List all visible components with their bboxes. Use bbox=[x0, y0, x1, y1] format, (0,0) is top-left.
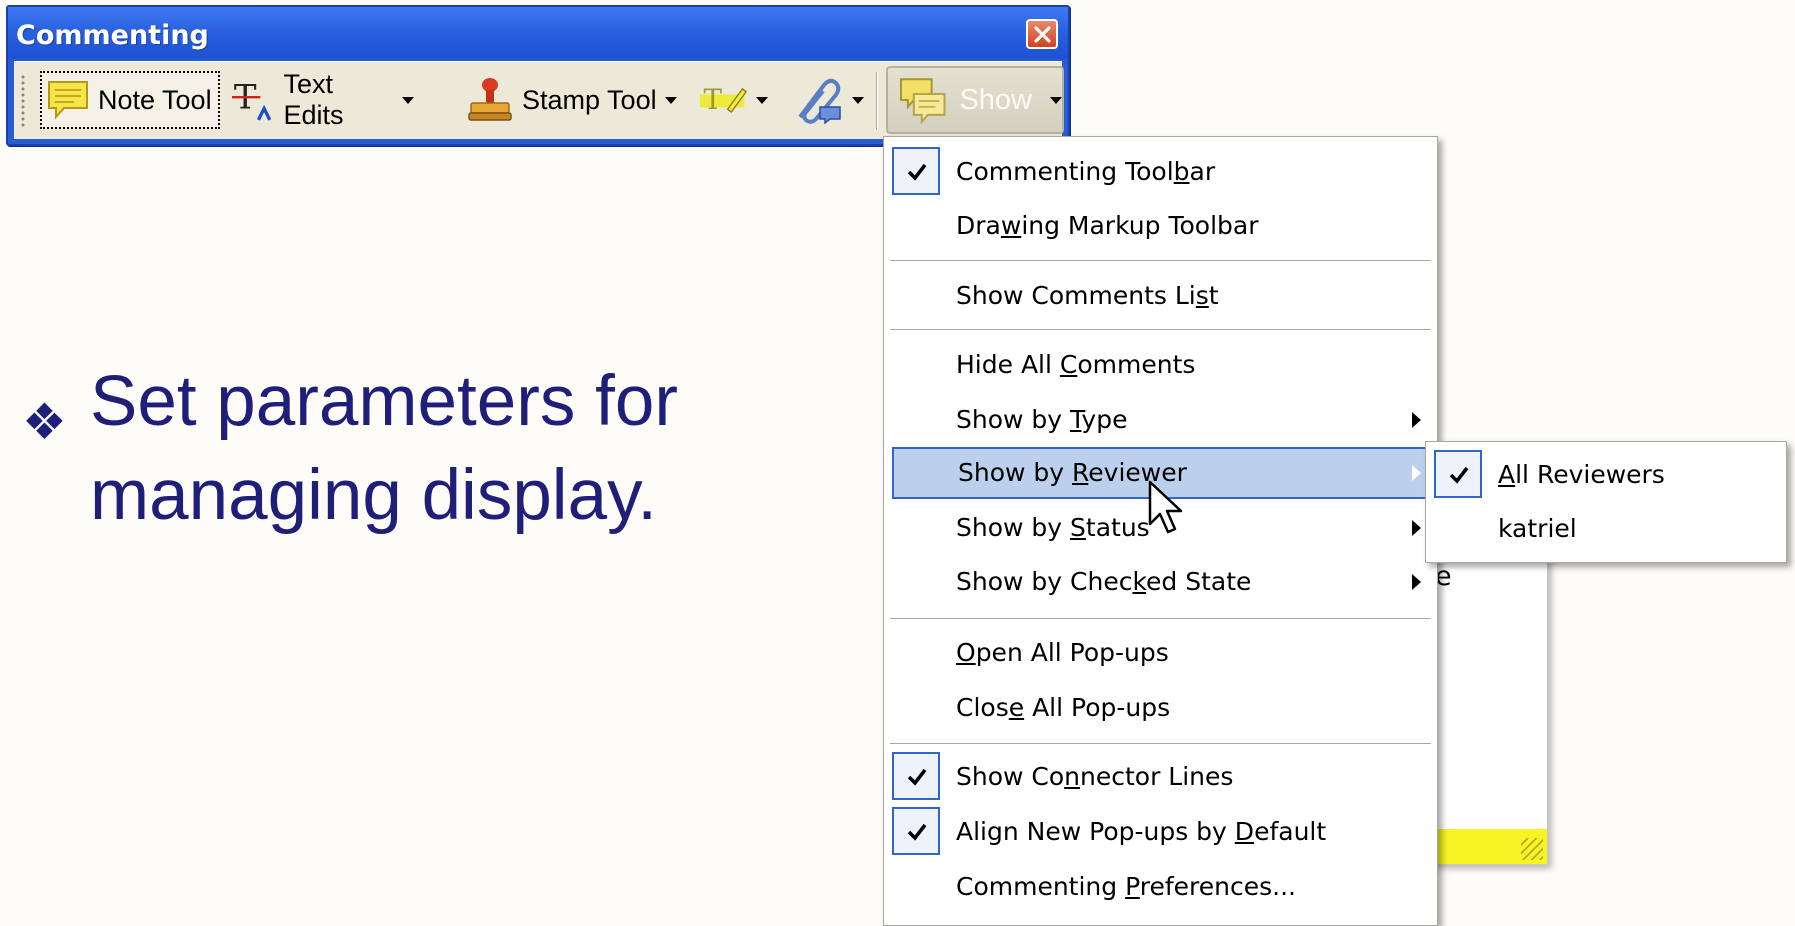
show-label: Show bbox=[959, 83, 1032, 116]
show-comments-icon bbox=[899, 78, 946, 124]
menu-item-label: katriel bbox=[1498, 514, 1577, 543]
menu-item-label: Hide All Comments bbox=[956, 350, 1196, 379]
bullet-diamond-icon: ❖ bbox=[22, 394, 67, 450]
highlight-icon: T bbox=[699, 83, 748, 116]
chevron-down-icon[interactable] bbox=[1050, 96, 1062, 104]
note-tool-label: Note Tool bbox=[98, 84, 212, 115]
toolbar-separator bbox=[876, 72, 878, 130]
submenu-arrow-icon bbox=[1412, 574, 1421, 590]
submenu-item-katriel[interactable]: katriel bbox=[1434, 503, 1778, 555]
menu-item-label: Show Comments List bbox=[956, 281, 1219, 310]
text-edits-label: Text Edits bbox=[283, 69, 344, 130]
menu-item-show-connector-lines[interactable]: Show Connector Lines bbox=[892, 751, 1429, 803]
bullet-text-line-2: managing display. bbox=[90, 456, 658, 535]
menu-item-commenting-preferences[interactable]: Commenting Preferences... bbox=[892, 861, 1429, 913]
text-edits-icon: T bbox=[232, 78, 272, 121]
menu-separator bbox=[890, 329, 1431, 331]
attach-icon bbox=[798, 78, 841, 125]
checkmark-box bbox=[892, 147, 940, 195]
text-edits-button[interactable]: T Text Edits bbox=[228, 69, 418, 130]
menu-item-close-all-popups[interactable]: Close All Pop-ups bbox=[892, 682, 1429, 734]
stamp-icon bbox=[468, 78, 512, 121]
resize-grip-icon[interactable] bbox=[1521, 838, 1543, 860]
checkmark-icon bbox=[907, 163, 927, 181]
menu-separator bbox=[890, 618, 1431, 620]
menu-item-commenting-toolbar[interactable]: Commenting Toolbar bbox=[892, 146, 1429, 198]
menu-item-show-by-type[interactable]: Show by Type bbox=[892, 394, 1429, 446]
attach-file-button[interactable] bbox=[786, 71, 870, 129]
submenu-arrow-icon bbox=[1412, 412, 1421, 428]
menu-item-show-comments-list[interactable]: Show Comments List bbox=[892, 270, 1429, 322]
menu-item-label: Open All Pop-ups bbox=[956, 638, 1169, 667]
menu-separator bbox=[890, 260, 1431, 262]
reviewer-submenu: All Reviewers katriel bbox=[1425, 441, 1787, 563]
commenting-toolbar-window: Commenting Note Tool T Text Edits Stamp … bbox=[6, 5, 1070, 146]
menu-item-open-all-popups[interactable]: Open All Pop-ups bbox=[892, 627, 1429, 679]
stamp-tool-label: Stamp Tool bbox=[522, 84, 657, 115]
svg-text:T: T bbox=[704, 83, 723, 116]
title-bar[interactable]: Commenting bbox=[8, 7, 1068, 59]
comment-popup-note[interactable]: e bbox=[1428, 540, 1548, 865]
note-icon bbox=[48, 81, 88, 120]
menu-item-label: Close All Pop-ups bbox=[956, 693, 1171, 722]
highlight-text-button[interactable]: T bbox=[694, 71, 772, 129]
checkmark-box bbox=[1434, 450, 1482, 498]
submenu-item-all-reviewers[interactable]: All Reviewers bbox=[1434, 449, 1778, 501]
menu-item-label: Show by Checked State bbox=[956, 567, 1252, 596]
menu-item-label: Align New Pop-ups by Default bbox=[956, 817, 1327, 846]
stamp-tool-button[interactable]: Stamp Tool bbox=[462, 71, 682, 129]
show-button[interactable]: Show bbox=[886, 66, 1064, 134]
toolbar-body: Note Tool T Text Edits Stamp Tool T Show bbox=[14, 61, 1064, 139]
close-button[interactable] bbox=[1026, 19, 1058, 49]
submenu-arrow-icon bbox=[1412, 465, 1421, 481]
chevron-down-icon[interactable] bbox=[402, 96, 414, 104]
menu-item-hide-all-comments[interactable]: Hide All Comments bbox=[892, 339, 1429, 391]
chevron-down-icon[interactable] bbox=[664, 96, 677, 104]
checkmark-icon bbox=[907, 823, 927, 841]
menu-item-label: Show by Status bbox=[956, 513, 1150, 542]
menu-item-label: Show by Type bbox=[956, 405, 1128, 434]
chevron-down-icon[interactable] bbox=[756, 96, 768, 104]
menu-item-show-by-checked-state[interactable]: Show by Checked State bbox=[892, 556, 1429, 608]
checkmark-icon bbox=[1449, 466, 1469, 484]
note-tool-button[interactable]: Note Tool bbox=[40, 71, 220, 129]
menu-item-drawing-markup-toolbar[interactable]: Drawing Markup Toolbar bbox=[892, 200, 1429, 252]
checkmark-box bbox=[892, 807, 940, 855]
chevron-down-icon[interactable] bbox=[852, 96, 864, 104]
close-icon bbox=[1034, 26, 1051, 43]
menu-item-label: Show Connector Lines bbox=[956, 762, 1234, 791]
checkmark-box bbox=[892, 752, 940, 800]
menu-item-label: All Reviewers bbox=[1498, 460, 1665, 489]
menu-item-align-new-popups[interactable]: Align New Pop-ups by Default bbox=[892, 806, 1429, 858]
mouse-cursor-icon bbox=[1148, 480, 1183, 534]
toolbar-grip[interactable] bbox=[20, 74, 26, 128]
submenu-arrow-icon bbox=[1412, 520, 1421, 536]
window-title: Commenting bbox=[16, 20, 209, 51]
menu-item-label: Commenting Preferences... bbox=[956, 872, 1296, 901]
bullet-text-line-1: Set parameters for bbox=[90, 362, 678, 441]
menu-item-label: Drawing Markup Toolbar bbox=[956, 211, 1259, 240]
checkmark-icon bbox=[907, 768, 927, 786]
menu-separator bbox=[890, 743, 1431, 745]
menu-item-label: Commenting Toolbar bbox=[956, 157, 1216, 186]
